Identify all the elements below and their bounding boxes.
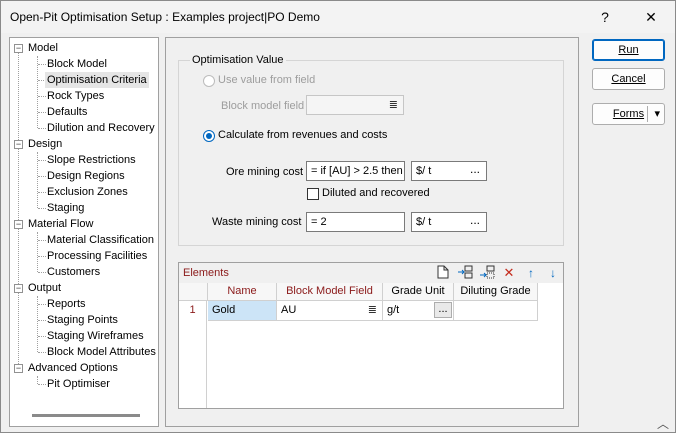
tree-item-slope-restrictions[interactable]: Slope Restrictions: [47, 152, 136, 168]
title-bar: Open-Pit Optimisation Setup : Examples p…: [1, 1, 675, 33]
cell-grade-unit[interactable]: g/t ...: [383, 301, 454, 321]
optimisation-value-title: Optimisation Value: [190, 54, 286, 66]
tree-item-processing-facilities[interactable]: Processing Facilities: [47, 248, 147, 264]
append-row-icon[interactable]: [479, 265, 495, 281]
diluted-recovered-label: Diluted and recovered: [322, 187, 430, 199]
ore-mining-cost-input[interactable]: = if [AU] > 2.5 then: [306, 161, 405, 181]
tree-item-model[interactable]: Model: [28, 40, 58, 56]
tree-item-staging[interactable]: Staging: [47, 200, 84, 216]
tree-item-material-classification[interactable]: Material Classification: [47, 232, 154, 248]
block-model-field-input[interactable]: ≣: [306, 95, 404, 115]
cell-block-model-field[interactable]: AU ≣: [277, 301, 383, 321]
elements-toolbar: Elements ✕ ↑ ↓: [179, 263, 563, 283]
row-number: 1: [179, 301, 207, 321]
tree-item-dilution-and-recovery[interactable]: Dilution and Recovery: [47, 120, 155, 136]
ore-unit-browse-icon[interactable]: ...: [470, 162, 480, 178]
tree-item-optimisation-criteria[interactable]: Optimisation Criteria: [45, 72, 149, 88]
ore-unit-field[interactable]: $/ t ...: [411, 161, 487, 181]
tree-item-reports[interactable]: Reports: [47, 296, 86, 312]
calculate-radio[interactable]: [203, 130, 215, 142]
tree-item-block-model[interactable]: Block Model: [47, 56, 107, 72]
move-up-icon[interactable]: ↑: [523, 265, 539, 281]
collapse-material-flow-icon[interactable]: −: [14, 220, 23, 229]
tree-item-customers[interactable]: Customers: [47, 264, 100, 280]
delete-row-icon[interactable]: ✕: [501, 265, 517, 281]
close-button[interactable]: ✕: [629, 3, 673, 31]
insert-row-icon[interactable]: [457, 265, 473, 281]
tree-item-advanced-options[interactable]: Advanced Options: [28, 360, 118, 376]
tree-item-design[interactable]: Design: [28, 136, 62, 152]
elements-grid: Elements ✕ ↑ ↓ Name Block Model Field Gr…: [178, 262, 564, 409]
resize-grip-icon[interactable]: ︿: [657, 415, 669, 432]
ore-mining-cost-label: Ore mining cost: [226, 166, 304, 178]
window-title: Open-Pit Optimisation Setup : Examples p…: [10, 10, 320, 24]
cell-diluting-grade[interactable]: [454, 301, 538, 321]
run-button[interactable]: Run: [592, 39, 665, 61]
elements-title: Elements: [183, 267, 229, 279]
collapse-output-icon[interactable]: −: [14, 284, 23, 293]
tree-item-staging-points[interactable]: Staging Points: [47, 312, 118, 328]
navigation-tree: − Model Block Model Optimisation Criteri…: [9, 37, 159, 427]
new-file-icon[interactable]: [435, 265, 451, 281]
tree-item-design-regions[interactable]: Design Regions: [47, 168, 125, 184]
column-header-name[interactable]: Name: [208, 283, 277, 301]
content-panel: Optimisation Value Use value from field …: [165, 37, 579, 427]
cell-name[interactable]: Gold: [208, 301, 277, 321]
cancel-button[interactable]: Cancel: [592, 68, 665, 90]
tree-item-rock-types[interactable]: Rock Types: [47, 88, 104, 104]
tree-item-output[interactable]: Output: [28, 280, 61, 296]
tree-item-defaults[interactable]: Defaults: [47, 104, 87, 120]
column-header-grade-unit[interactable]: Grade Unit: [383, 283, 454, 301]
collapse-advanced-options-icon[interactable]: −: [14, 364, 23, 373]
waste-unit-field[interactable]: $/ t ...: [411, 212, 487, 232]
waste-unit-browse-icon[interactable]: ...: [470, 213, 480, 229]
block-model-field-label: Block model field: [221, 100, 305, 112]
tree-item-staging-wireframes[interactable]: Staging Wireframes: [47, 328, 144, 344]
help-button[interactable]: ?: [583, 3, 627, 31]
waste-mining-cost-input[interactable]: = 2: [306, 212, 405, 232]
waste-mining-cost-label: Waste mining cost: [212, 216, 302, 228]
dialog-window: Open-Pit Optimisation Setup : Examples p…: [0, 0, 676, 433]
move-down-icon[interactable]: ↓: [545, 265, 561, 281]
calculate-label: Calculate from revenues and costs: [218, 129, 388, 141]
forms-button[interactable]: Forms ▾: [592, 103, 665, 125]
tree-item-block-model-attributes[interactable]: Block Model Attributes: [47, 344, 156, 360]
collapse-design-icon[interactable]: −: [14, 140, 23, 149]
forms-dropdown-icon[interactable]: ▾: [654, 104, 660, 124]
field-menu-icon[interactable]: ≣: [368, 301, 377, 320]
column-header-block-model-field[interactable]: Block Model Field: [277, 283, 383, 301]
field-menu-icon[interactable]: ≣: [389, 96, 398, 114]
diluted-recovered-checkbox[interactable]: [307, 188, 319, 200]
column-header-diluting-grade[interactable]: Diluting Grade: [454, 283, 538, 301]
use-value-label: Use value from field: [218, 74, 316, 86]
horizontal-scrollbar[interactable]: [32, 414, 140, 417]
tree-item-material-flow[interactable]: Material Flow: [28, 216, 93, 232]
use-value-radio[interactable]: [203, 75, 215, 87]
tree-item-exclusion-zones[interactable]: Exclusion Zones: [47, 184, 128, 200]
grade-unit-browse-icon[interactable]: ...: [434, 302, 452, 318]
collapse-model-icon[interactable]: −: [14, 44, 23, 53]
tree-item-pit-optimiser[interactable]: Pit Optimiser: [47, 376, 110, 392]
